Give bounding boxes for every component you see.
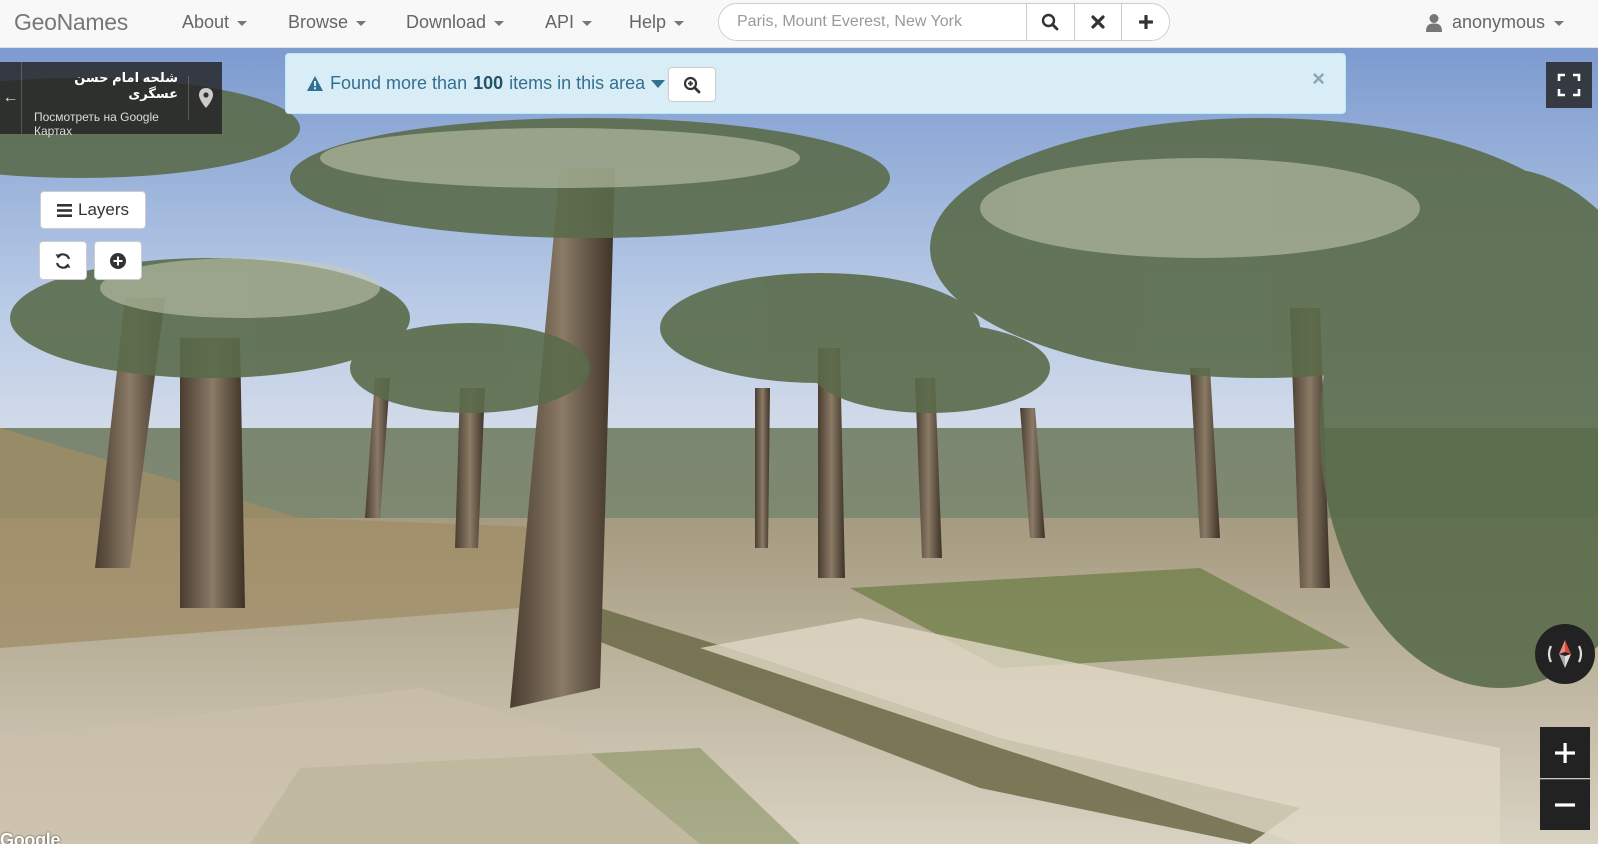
menu-help-label: Help — [629, 12, 667, 32]
search-button[interactable] — [1026, 4, 1074, 40]
google-logo: Google — [0, 830, 61, 844]
layers-button[interactable]: Layers — [40, 191, 146, 229]
zoom-in-button[interactable] — [1540, 727, 1590, 778]
top-navbar: GeoNames About Browse Download API Help — [0, 0, 1598, 48]
place-title: شلحه امام حسن عسگری — [74, 70, 178, 101]
items-count: 100 — [473, 73, 504, 93]
items-found-dropdown[interactable]: Found more than 100 items in this area — [306, 73, 666, 94]
menu-browse-label: Browse — [288, 12, 349, 32]
close-alert-button[interactable]: × — [1312, 66, 1325, 92]
add-place-button[interactable] — [94, 241, 142, 280]
chevron-down-icon — [356, 21, 367, 26]
warning-icon — [307, 76, 323, 91]
street-view-panorama[interactable] — [0, 48, 1598, 844]
menu-download[interactable]: Download — [406, 12, 505, 33]
chevron-down-icon — [674, 21, 685, 26]
plus-circle-icon — [110, 252, 126, 269]
menu-help[interactable]: Help — [629, 12, 685, 33]
zoom-to-items-button[interactable] — [668, 67, 716, 102]
items-found-alert: Found more than 100 items in this area × — [285, 53, 1346, 114]
fullscreen-icon — [1557, 73, 1581, 97]
search-group — [718, 3, 1170, 41]
user-icon — [1425, 13, 1442, 32]
compass-control[interactable] — [1535, 624, 1595, 684]
refresh-button[interactable] — [39, 241, 87, 280]
chevron-down-icon — [237, 21, 248, 26]
clear-search-button[interactable] — [1073, 4, 1122, 40]
bars-icon — [56, 203, 72, 217]
brand-logo[interactable]: GeoNames — [14, 9, 128, 36]
alert-text-after: items in this area — [509, 73, 646, 93]
chevron-down-icon — [582, 21, 593, 26]
menu-download-label: Download — [406, 12, 487, 32]
zoom-in-icon — [1555, 742, 1575, 763]
fullscreen-button[interactable] — [1546, 62, 1592, 108]
view-on-google-maps-link[interactable]: Посмотреть на Google Картах — [34, 110, 194, 138]
menu-api-label: API — [545, 12, 575, 32]
search-input[interactable] — [719, 4, 1027, 40]
map-pin-button[interactable] — [188, 76, 222, 120]
alert-text-before: Found more than — [330, 73, 468, 93]
street-view-place-card: ← شلحه امام حسن عسگری Посмотреть на Goog… — [0, 62, 222, 138]
back-arrow-icon[interactable]: ← — [0, 62, 22, 134]
chevron-down-icon — [651, 79, 666, 88]
menu-browse[interactable]: Browse — [288, 12, 367, 33]
zoom-out-button[interactable] — [1540, 779, 1590, 830]
search-icon — [1042, 13, 1059, 31]
plus-icon — [1138, 15, 1153, 29]
times-icon — [1091, 15, 1105, 29]
zoom-in-search-icon — [683, 76, 701, 93]
add-button[interactable] — [1121, 4, 1169, 40]
chevron-down-icon — [494, 21, 505, 26]
map-pin-icon — [198, 88, 213, 108]
compass-icon — [1548, 640, 1582, 668]
user-name: anonymous — [1451, 12, 1545, 32]
refresh-icon — [55, 252, 71, 269]
menu-about-label: About — [182, 12, 230, 32]
menu-about[interactable]: About — [182, 12, 248, 33]
user-menu[interactable]: anonymous — [1425, 12, 1564, 33]
menu-api[interactable]: API — [545, 12, 593, 33]
panorama-image — [0, 48, 1598, 844]
chevron-down-icon — [1554, 21, 1564, 26]
layers-label: Layers — [77, 200, 130, 219]
zoom-out-icon — [1555, 803, 1575, 807]
